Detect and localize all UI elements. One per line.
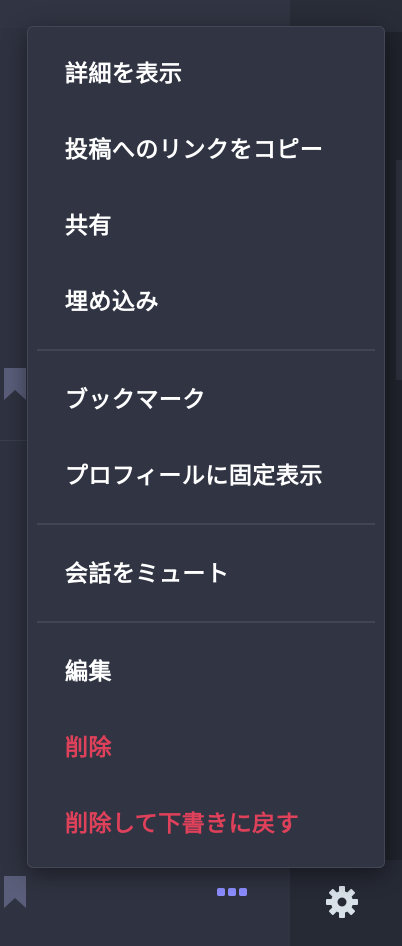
menu-separator	[37, 349, 375, 351]
app-screen: 詳細を表示 投稿へのリンクをコピー 共有 埋め込み ブックマーク プロフィールに…	[0, 0, 402, 946]
menu-item-mute-conversation[interactable]: 会話をミュート	[28, 541, 384, 601]
menu-item-share[interactable]: 共有	[28, 193, 384, 253]
menu-item-view-details[interactable]: 詳細を表示	[28, 41, 384, 101]
menu-separator	[37, 621, 375, 623]
gear-icon[interactable]	[324, 884, 360, 920]
menu-item-copy-link[interactable]: 投稿へのリンクをコピー	[28, 117, 384, 177]
menu-item-pin-to-profile[interactable]: プロフィールに固定表示	[28, 443, 384, 503]
menu-item-delete-and-redraft[interactable]: 削除して下書きに戻す	[28, 791, 384, 851]
bookmark-icon[interactable]	[2, 368, 28, 400]
status-action-dropdown: 詳細を表示 投稿へのリンクをコピー 共有 埋め込み ブックマーク プロフィールに…	[27, 26, 385, 868]
bookmark-icon[interactable]	[2, 876, 28, 908]
more-horizontal-icon[interactable]	[210, 880, 254, 904]
menu-item-delete[interactable]: 削除	[28, 715, 384, 775]
menu-item-edit[interactable]: 編集	[28, 639, 384, 699]
menu-item-embed[interactable]: 埋め込み	[28, 269, 384, 329]
scrollbar[interactable]	[396, 160, 402, 380]
menu-item-bookmark[interactable]: ブックマーク	[28, 367, 384, 427]
menu-separator	[37, 523, 375, 525]
